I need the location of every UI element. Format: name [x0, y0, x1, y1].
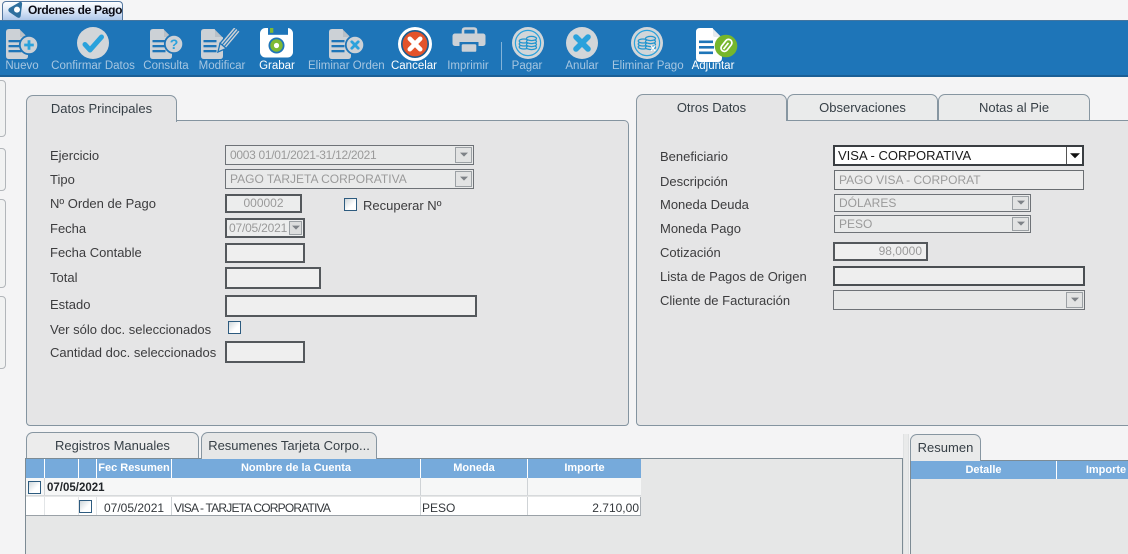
svg-text:x: x — [650, 43, 656, 54]
svg-text:?: ? — [170, 36, 179, 52]
